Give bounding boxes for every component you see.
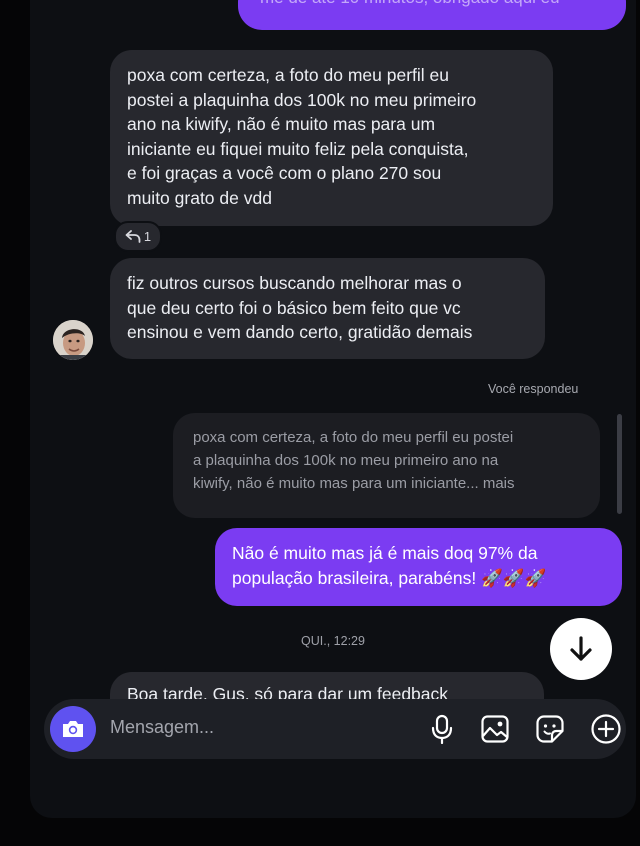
message-composer: Mensagem... xyxy=(44,699,626,759)
quote-indicator-bar xyxy=(617,414,622,514)
message-timestamp: QUI., 12:29 xyxy=(301,634,365,648)
camera-icon xyxy=(63,721,83,737)
sent-message[interactable]: Não é muito mas já é mais doq 97% da pop… xyxy=(215,528,622,606)
received-message-text: poxa com certeza, a foto do meu perfil e… xyxy=(127,65,477,208)
avatar-face-icon xyxy=(53,320,93,360)
avatar[interactable] xyxy=(53,320,93,360)
plus-circle-icon xyxy=(591,714,621,744)
voice-message-button[interactable] xyxy=(425,712,459,746)
reaction-count: 1 xyxy=(143,229,152,244)
sent-message-partial-text: me de ate 10 minutos, obrigado aqui eu xyxy=(260,0,560,8)
sticker-icon xyxy=(536,715,564,743)
more-options-button[interactable] xyxy=(589,712,623,746)
gallery-button[interactable] xyxy=(478,712,512,746)
reply-arrow-icon xyxy=(125,230,141,243)
received-message[interactable]: poxa com certeza, a foto do meu perfil e… xyxy=(110,50,553,226)
sent-message-text: Não é muito mas já é mais doq 97% da pop… xyxy=(232,543,547,588)
quoted-reply-text: poxa com certeza, a foto do meu perfil e… xyxy=(193,429,515,492)
sticker-button[interactable] xyxy=(533,712,567,746)
received-message-text: fiz outros cursos buscando melhorar mas … xyxy=(127,273,473,343)
reply-reaction-badge[interactable]: 1 xyxy=(114,221,162,252)
message-input[interactable]: Mensagem... xyxy=(110,717,214,738)
sent-message-partial[interactable]: me de ate 10 minutos, obrigado aqui eu xyxy=(238,0,626,30)
scroll-to-bottom-button[interactable] xyxy=(550,618,612,680)
chat-screen: me de ate 10 minutos, obrigado aqui eu p… xyxy=(30,0,636,818)
arrow-down-icon xyxy=(570,636,592,661)
image-gallery-icon xyxy=(481,715,509,743)
quoted-reply[interactable]: poxa com certeza, a foto do meu perfil e… xyxy=(173,413,600,518)
received-message[interactable]: fiz outros cursos buscando melhorar mas … xyxy=(110,258,545,359)
camera-button[interactable] xyxy=(50,706,96,752)
you-replied-label: Você respondeu xyxy=(488,382,579,396)
microphone-icon xyxy=(431,714,453,744)
